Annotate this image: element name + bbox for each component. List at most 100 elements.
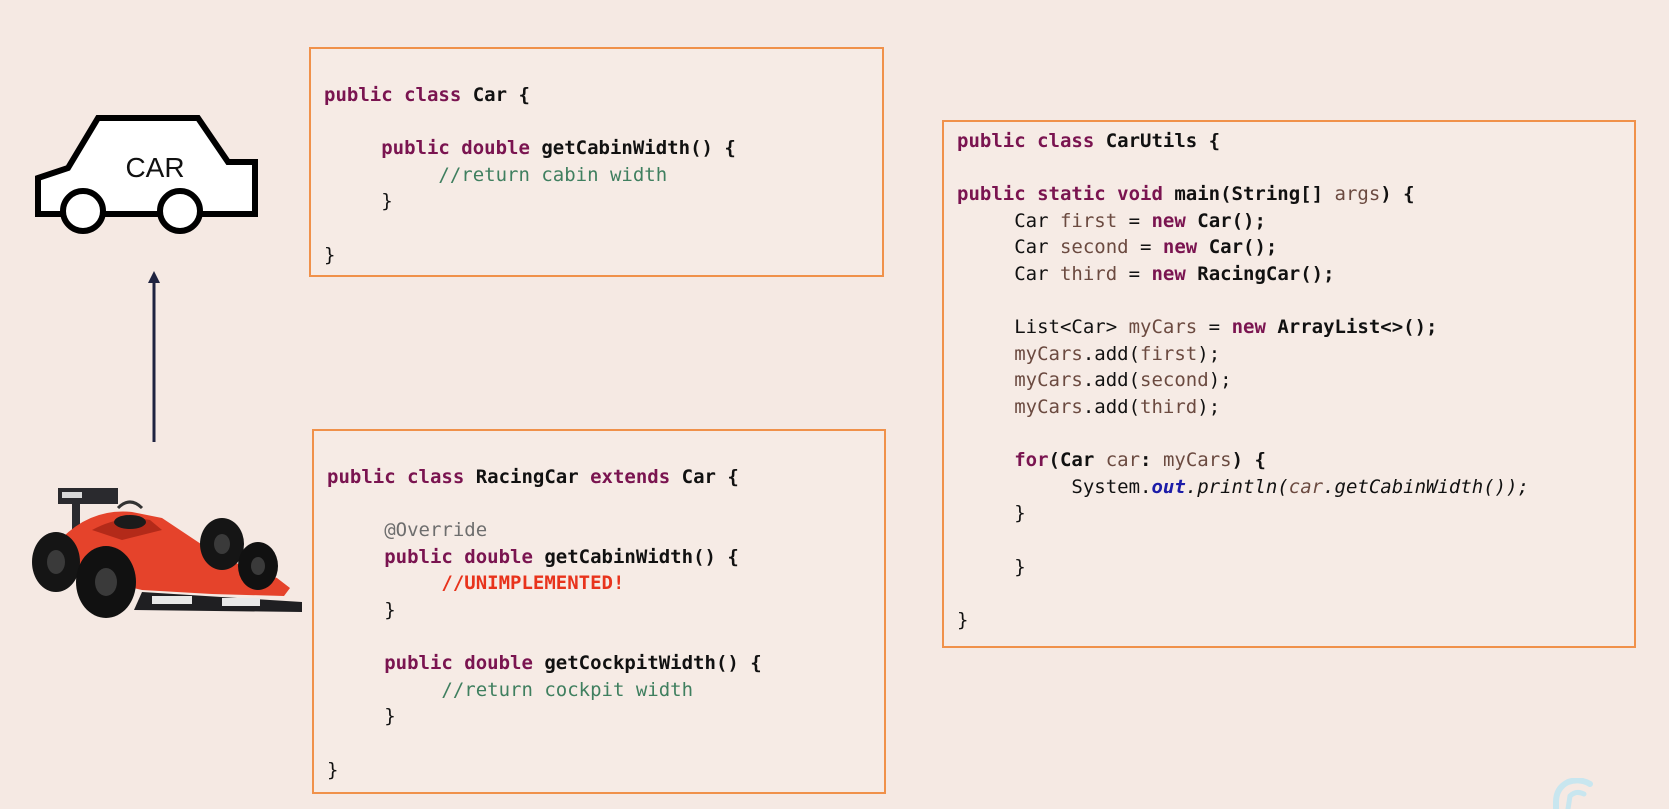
code-token: .add( — [1082, 342, 1141, 365]
code-token: Car — [957, 236, 1060, 259]
code-line: } — [327, 757, 338, 783]
code-token: public static void — [957, 183, 1175, 206]
code-token: () { — [715, 652, 762, 675]
code-token: //UNIMPLEMENTED! — [327, 572, 625, 595]
car-icon-label: CAR — [125, 152, 185, 183]
code-token: myCars — [957, 396, 1083, 418]
code-token: ) { — [1380, 183, 1415, 206]
code-line: Car second = new Car(); — [957, 234, 1277, 260]
code-token: .println( — [1185, 475, 1289, 498]
code-line: } — [957, 607, 968, 633]
code-token: ); — [1197, 342, 1221, 365]
code-token: ); — [1208, 369, 1232, 392]
code-token: System. — [957, 475, 1152, 498]
code-token: main(String[] — [1174, 183, 1335, 206]
code-line: @Override — [327, 517, 487, 543]
code-token: ) { — [1231, 449, 1266, 472]
code-token: () { — [690, 137, 736, 160]
code-token: third — [1059, 263, 1118, 285]
code-token: new — [1231, 316, 1278, 339]
code-token: List<Car> — [957, 316, 1129, 339]
code-token: Car(); — [1208, 236, 1278, 259]
code-token: public class — [327, 466, 476, 488]
code-token: public double — [327, 545, 545, 568]
code-token: = — [1117, 209, 1152, 232]
code-token: myCars — [1162, 449, 1232, 472]
inheritance-arrow — [148, 271, 160, 442]
code-token: public double — [324, 137, 542, 160]
code-token: Car — [957, 209, 1060, 232]
code-token: public double — [327, 652, 545, 675]
code-line: myCars.add(third); — [957, 394, 1220, 420]
code-token: myCars — [957, 369, 1083, 392]
code-token: third — [1140, 396, 1198, 418]
code-line: } — [957, 500, 1026, 526]
code-line: } — [957, 554, 1026, 580]
code-line: public static void main(String[] args) { — [957, 181, 1415, 207]
code-token: (Car — [1048, 449, 1106, 472]
code-token: : — [1140, 449, 1163, 472]
code-token: } — [957, 502, 1026, 525]
code-token: second — [1140, 369, 1209, 392]
code-token: .add( — [1082, 369, 1141, 392]
code-token: public class — [324, 84, 473, 106]
code-line: public double getCabinWidth() { — [324, 135, 736, 161]
code-token: } — [957, 555, 1026, 578]
code-token: getCabinWidth — [541, 137, 691, 160]
code-token: @Override — [327, 519, 488, 542]
code-token: myCars — [957, 342, 1083, 365]
code-token: new — [1162, 236, 1209, 259]
code-token: = — [1117, 263, 1152, 285]
code-token: myCars — [1128, 316, 1198, 339]
code-token: .add( — [1082, 396, 1141, 418]
code-token: Car — [957, 263, 1060, 285]
code-line: } — [324, 188, 393, 214]
code-token: //return cockpit width — [327, 678, 694, 701]
code-token: new — [1151, 209, 1198, 232]
racing-car-image — [32, 488, 302, 618]
code-line: public double getCabinWidth() { — [327, 544, 739, 570]
code-token: RacingCar(); — [1197, 263, 1335, 285]
code-token: = — [1197, 316, 1232, 339]
code-token: CarUtils { — [1105, 130, 1221, 152]
code-token: Car { — [472, 84, 530, 106]
brand-logo-icon — [1553, 778, 1593, 809]
code-line: } — [327, 703, 396, 729]
code-token: } — [324, 190, 393, 213]
code-token: args — [1334, 183, 1381, 206]
code-token: car — [1288, 475, 1324, 498]
code-token: } — [327, 705, 396, 728]
code-token: first — [1059, 209, 1118, 232]
code-token: = — [1128, 236, 1163, 259]
code-token: public class — [957, 130, 1106, 152]
code-token: car — [1105, 449, 1141, 472]
code-line: public class Car { — [324, 82, 530, 108]
code-line: //return cabin width — [324, 162, 667, 188]
code-token: first — [1140, 342, 1198, 365]
code-token: out — [1151, 475, 1186, 498]
code-line: myCars.add(first); — [957, 341, 1220, 367]
code-line: for(Car car: myCars) { — [957, 447, 1266, 473]
code-line: public class RacingCar extends Car { — [327, 464, 739, 490]
code-token: new — [1151, 263, 1198, 285]
code-token: getCabinWidth — [544, 545, 694, 568]
code-token: Car(); — [1197, 209, 1266, 232]
code-line: //return cockpit width — [327, 677, 693, 703]
code-line: } — [324, 242, 335, 268]
code-token: } — [324, 243, 336, 266]
code-token: RacingCar — [475, 466, 591, 488]
code-line: } — [327, 597, 395, 623]
code-line: System.out.println(car.getCabinWidth()); — [957, 474, 1529, 500]
code-line: myCars.add(second); — [957, 367, 1232, 393]
code-line: public double getCockpitWidth() { — [327, 650, 762, 676]
car-class-code-box: public class Car { public double getCabi… — [309, 47, 884, 277]
carutils-class-code-box: public class CarUtils { public static voi… — [942, 120, 1636, 648]
code-token: .getCabinWidth()); — [1323, 475, 1529, 498]
code-line: Car first = new Car(); — [957, 208, 1266, 234]
code-token: Car { — [681, 466, 739, 488]
code-token: ); — [1197, 396, 1221, 418]
code-token: //return cabin width — [324, 163, 668, 186]
code-token: extends — [590, 466, 682, 488]
code-token: } — [957, 608, 969, 631]
code-token: for — [957, 449, 1049, 472]
